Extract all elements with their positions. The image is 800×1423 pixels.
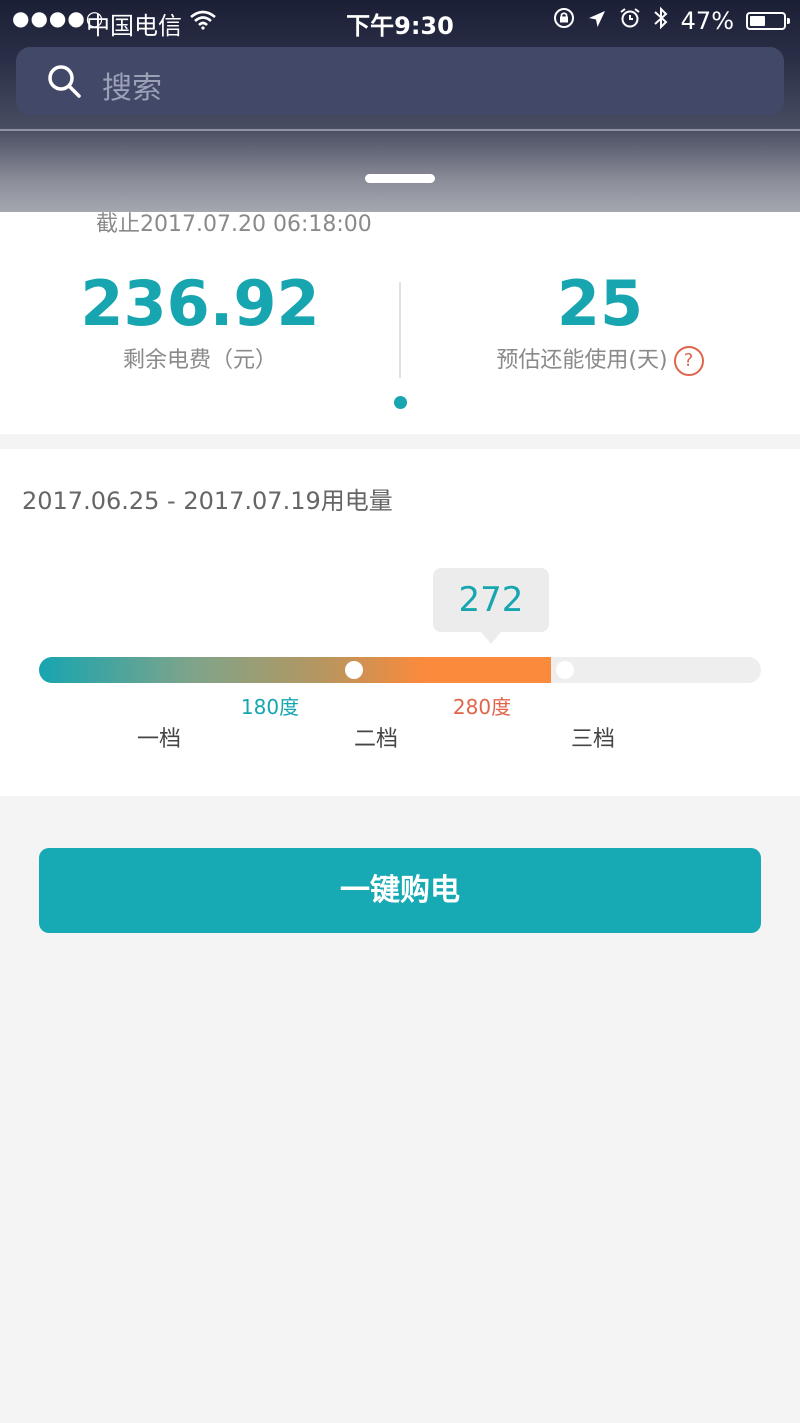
- top-overlay: ●●●●○ 中国电信 下午9:30 47% 搜索: [0, 0, 800, 212]
- buy-electricity-button[interactable]: 一键购电: [39, 848, 761, 933]
- battery-percent: 47%: [680, 7, 734, 35]
- days-value: 25: [556, 267, 644, 340]
- balance-summary-card: 截止2017.07.20 06:18:00 236.92 剩余电费（元） 25 …: [0, 212, 800, 434]
- threshold-label-tier2: 280度: [452, 695, 512, 719]
- usage-card: 2017.06.25 - 2017.07.19用电量 272 180度 280度…: [0, 449, 800, 796]
- location-arrow-icon: [587, 7, 607, 35]
- threshold-label-tier1: 180度: [240, 695, 300, 719]
- days-label-row: 预估还能使用(天)?: [400, 342, 800, 376]
- balance-stat: 236.92 剩余电费（元）: [0, 268, 400, 374]
- search-icon: [46, 63, 82, 103]
- as-of-timestamp: 截止2017.07.20 06:18:00: [96, 212, 372, 237]
- days-label: 预估还能使用(天): [496, 348, 668, 373]
- tier-label-1: 一档: [136, 727, 182, 752]
- tier-label-3: 三档: [570, 727, 616, 752]
- divider: [0, 129, 800, 131]
- help-icon[interactable]: ?: [673, 346, 704, 376]
- usage-period-title: 2017.06.25 - 2017.07.19用电量: [22, 487, 393, 515]
- page-indicator-dot: [394, 396, 407, 409]
- alarm-icon: [619, 7, 641, 35]
- battery-icon: [746, 12, 790, 30]
- usage-progress-fill: [39, 657, 551, 683]
- battery-level: [750, 16, 765, 26]
- balance-label: 剩余电费（元）: [122, 348, 277, 373]
- search-input[interactable]: 搜索: [102, 63, 162, 107]
- drag-handle[interactable]: [365, 174, 435, 183]
- current-usage-bubble: 272: [433, 568, 549, 644]
- search-bar[interactable]: 搜索: [16, 47, 784, 115]
- status-bar: ●●●●○ 中国电信 下午9:30 47%: [0, 0, 800, 40]
- days-stat: 25 预估还能使用(天)?: [400, 268, 800, 376]
- status-icons: 47%: [553, 6, 790, 36]
- usage-tier-bar: [39, 657, 761, 683]
- threshold-marker-tier2: [555, 661, 574, 679]
- tier-label-2: 二档: [353, 727, 399, 752]
- balance-value: 236.92: [80, 267, 320, 340]
- bluetooth-icon: [653, 6, 669, 36]
- rotation-lock-icon: [553, 7, 575, 35]
